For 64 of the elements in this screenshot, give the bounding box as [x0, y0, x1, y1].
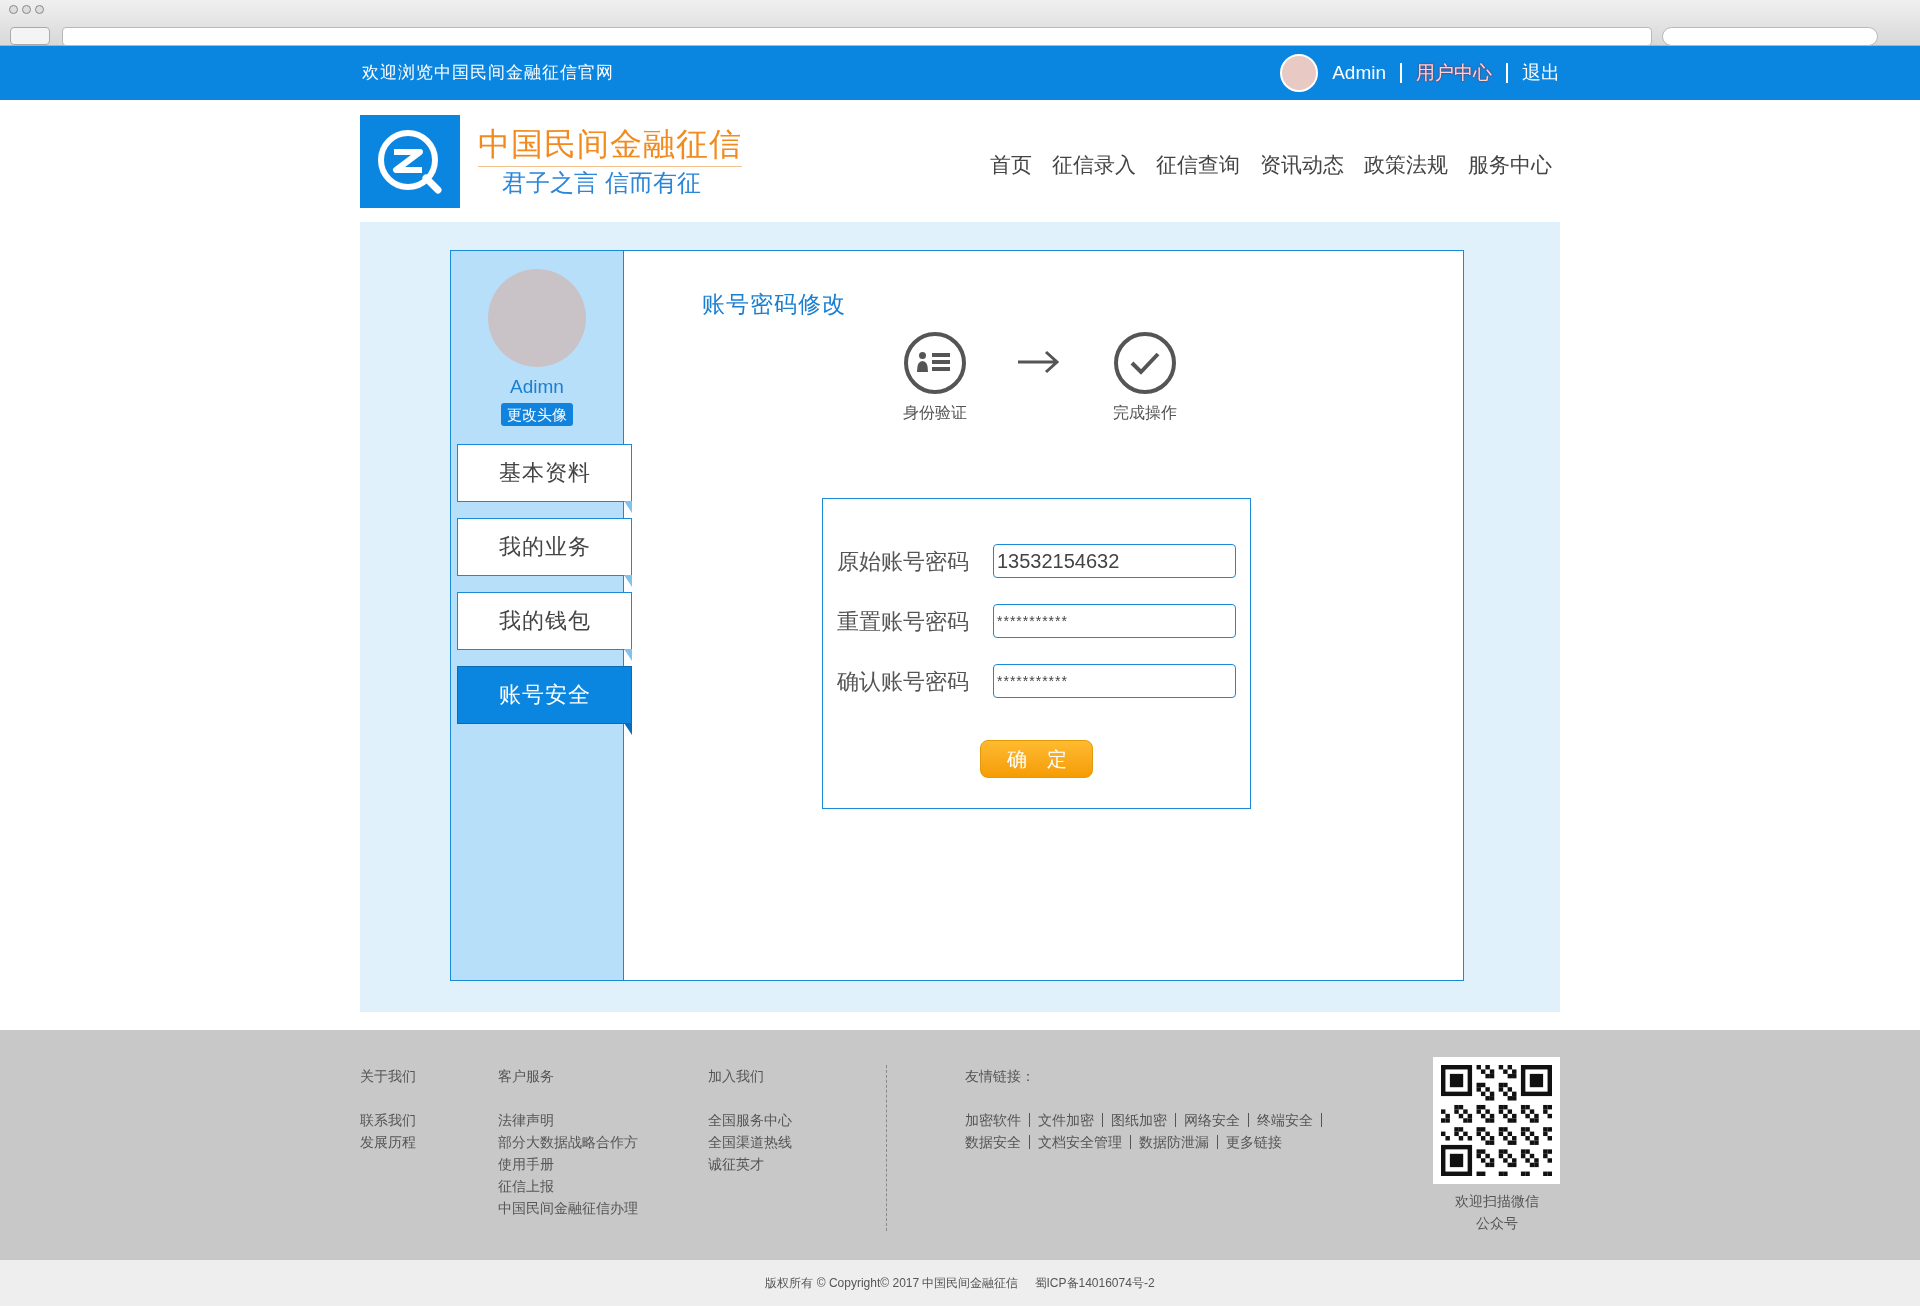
- address-field[interactable]: [62, 27, 1652, 46]
- field-label: 原始账号密码: [837, 547, 970, 576]
- icp-text: 蜀ICP备14016074号-2: [1034, 1275, 1155, 1292]
- site-slogan: 君子之言 信而有征: [501, 167, 702, 198]
- step-label: 身份验证: [903, 403, 967, 423]
- footer-link[interactable]: 发展历程: [360, 1131, 498, 1153]
- checkmark-icon: [1113, 331, 1177, 395]
- nav-link[interactable]: 政策法规: [1364, 149, 1448, 181]
- footer-heading: 客户服务: [498, 1067, 555, 1086]
- nav-link[interactable]: 服务中心: [1468, 149, 1552, 181]
- page-title: 账号密码修改: [702, 290, 846, 319]
- password-field[interactable]: 13532154632: [993, 544, 1236, 578]
- footer-link[interactable]: 部分大数据战略合作方: [498, 1131, 708, 1153]
- footer-link[interactable]: 联系我们: [360, 1109, 498, 1131]
- sidebar-menu-item[interactable]: 账号安全: [457, 665, 632, 724]
- step-label: 完成操作: [1113, 403, 1177, 423]
- qr-code-icon: [1433, 1057, 1560, 1184]
- sidebar-menu-item[interactable]: 我的业务: [457, 517, 632, 576]
- footer-link[interactable]: 诚征英才: [708, 1153, 886, 1175]
- arrow-icon: [1016, 350, 1060, 374]
- qr-caption: 欢迎扫描微信: [1454, 1192, 1539, 1211]
- friend-link[interactable]: 数据防泄漏: [1139, 1131, 1209, 1153]
- footer-link[interactable]: 全国渠道热线: [708, 1131, 886, 1153]
- nav-link[interactable]: 征信查询: [1156, 149, 1240, 181]
- footer-link[interactable]: 全国服务中心: [708, 1109, 886, 1131]
- user-name: Admin: [1332, 60, 1386, 85]
- profile-name: Adimn: [510, 375, 564, 399]
- user-link[interactable]: 退出: [1522, 58, 1560, 88]
- nav-link[interactable]: 征信录入: [1052, 149, 1136, 181]
- copyright-text: 版权所有 © Copyright© 2017 中国民间金融征信: [765, 1275, 1019, 1292]
- avatar-photo: [1280, 54, 1319, 92]
- logo-icon[interactable]: [360, 114, 460, 208]
- password-field[interactable]: ***********: [993, 664, 1236, 698]
- friend-link[interactable]: 加密软件: [965, 1109, 1021, 1131]
- sidebar-menu-item[interactable]: 我的钱包: [457, 591, 632, 650]
- footer-heading: 加入我们: [708, 1067, 765, 1086]
- friend-link[interactable]: 文档安全管理: [1038, 1131, 1122, 1153]
- friend-link[interactable]: 网络安全: [1184, 1109, 1240, 1131]
- friend-link[interactable]: 终端安全: [1257, 1109, 1313, 1131]
- friend-link[interactable]: 文件加密: [1038, 1109, 1094, 1131]
- footer-heading: 关于我们: [360, 1067, 417, 1086]
- friend-link[interactable]: 更多链接: [1226, 1131, 1282, 1153]
- field-label: 重置账号密码: [837, 607, 970, 636]
- id-card-icon: [903, 331, 967, 395]
- friend-link[interactable]: 数据安全: [965, 1131, 1021, 1153]
- site-title: 中国民间金融征信: [478, 123, 742, 167]
- friend-link[interactable]: 图纸加密: [1111, 1109, 1167, 1131]
- search-field[interactable]: [1662, 27, 1878, 46]
- user-link[interactable]: 用户中心: [1416, 58, 1492, 88]
- footer-link[interactable]: 使用手册: [498, 1153, 708, 1175]
- nav-link[interactable]: 资讯动态: [1260, 149, 1344, 181]
- nav-link[interactable]: 首页: [990, 149, 1032, 181]
- back-forward-buttons[interactable]: [10, 27, 50, 45]
- footer-link[interactable]: 征信上报: [498, 1175, 708, 1197]
- qr-caption: 公众号: [1475, 1214, 1518, 1233]
- password-field[interactable]: ***********: [993, 604, 1236, 638]
- footer-link[interactable]: 中国民间金融征信办理: [498, 1197, 708, 1219]
- footer-link[interactable]: 法律声明: [498, 1109, 708, 1131]
- fold-corner-icon: [624, 722, 632, 735]
- field-label: 确认账号密码: [837, 667, 970, 696]
- change-avatar-button[interactable]: 更改头像: [501, 402, 573, 426]
- footer-heading: 友情链接：: [965, 1067, 1036, 1086]
- sidebar-menu-item[interactable]: 基本资料: [457, 443, 632, 502]
- welcome-text: 欢迎浏览中国民间金融征信官网: [362, 61, 614, 85]
